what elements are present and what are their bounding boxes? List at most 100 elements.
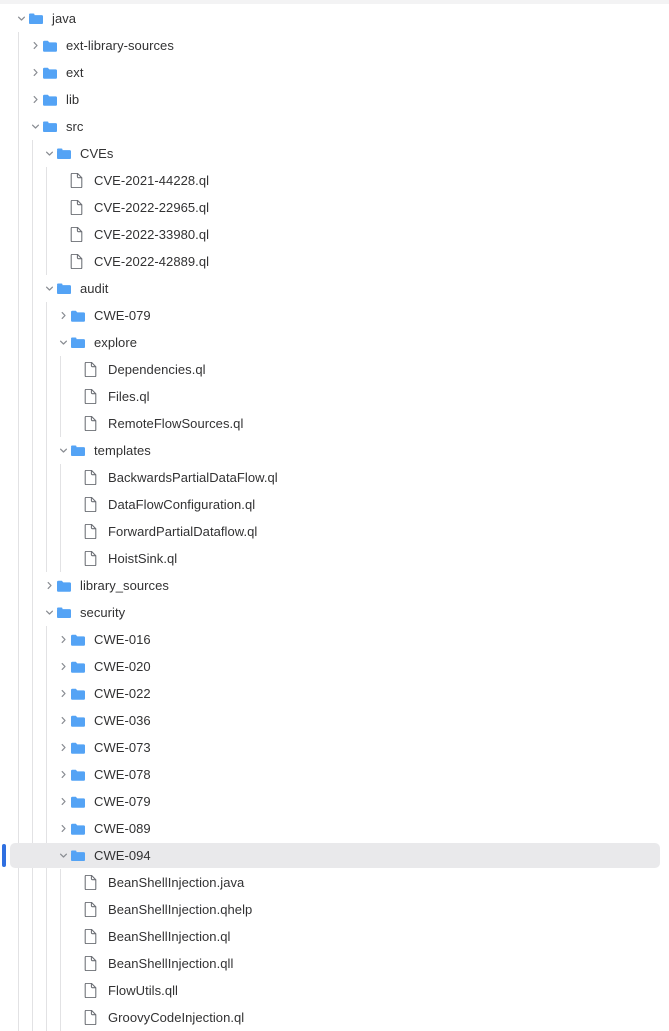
- tree-file-row[interactable]: BeanShellInjection.qhelp: [0, 896, 669, 923]
- chevron-down-icon[interactable]: [56, 842, 70, 869]
- folder-closed-icon: [42, 59, 59, 86]
- tree-file-row[interactable]: RemoteFlowSources.ql: [0, 410, 669, 437]
- chevron-right-icon[interactable]: [28, 32, 42, 59]
- file-name-label: Files.ql: [108, 389, 150, 404]
- folder-closed-icon: [70, 761, 87, 788]
- folder-open-icon: [28, 5, 45, 32]
- tree-file-row[interactable]: CVE-2021-44228.ql: [0, 167, 669, 194]
- tree-folder-row[interactable]: explore: [0, 329, 669, 356]
- file-icon: [70, 221, 87, 248]
- scrolled-row-sliver: [0, 0, 669, 4]
- chevron-right-icon[interactable]: [28, 59, 42, 86]
- folder-name-label: explore: [94, 335, 137, 350]
- chevron-right-icon[interactable]: [56, 815, 70, 842]
- folder-name-label: CWE-089: [94, 821, 151, 836]
- folder-closed-icon: [70, 788, 87, 815]
- folder-name-label: ext: [66, 65, 84, 80]
- tree-file-row[interactable]: Dependencies.ql: [0, 356, 669, 383]
- tree-file-row[interactable]: BeanShellInjection.qll: [0, 950, 669, 977]
- tree-folder-row[interactable]: CWE-022: [0, 680, 669, 707]
- folder-closed-icon: [70, 653, 87, 680]
- tree-folder-row[interactable]: security: [0, 599, 669, 626]
- tree-folder-row[interactable]: CWE-079: [0, 302, 669, 329]
- tree-folder-row[interactable]: lib: [0, 86, 669, 113]
- tree-folder-row[interactable]: ext: [0, 59, 669, 86]
- tree-file-row[interactable]: CVE-2022-22965.ql: [0, 194, 669, 221]
- file-name-label: BeanShellInjection.qhelp: [108, 902, 253, 917]
- tree-file-row[interactable]: CVE-2022-42889.ql: [0, 248, 669, 275]
- tree-folder-row[interactable]: CWE-016: [0, 626, 669, 653]
- tree-folder-row[interactable]: CWE-079: [0, 788, 669, 815]
- file-name-label: Dependencies.ql: [108, 362, 206, 377]
- file-name-label: HoistSink.ql: [108, 551, 178, 566]
- chevron-right-icon[interactable]: [56, 707, 70, 734]
- tree-folder-row[interactable]: CWE-020: [0, 653, 669, 680]
- tree-folder-row[interactable]: CWE-073: [0, 734, 669, 761]
- tree-folder-row[interactable]: CWE-078: [0, 761, 669, 788]
- chevron-right-icon[interactable]: [28, 86, 42, 113]
- file-icon: [84, 464, 101, 491]
- folder-closed-icon: [70, 680, 87, 707]
- folder-closed-icon: [70, 734, 87, 761]
- chevron-down-icon[interactable]: [42, 599, 56, 626]
- tree-folder-row[interactable]: java: [0, 5, 669, 32]
- folder-closed-icon: [70, 815, 87, 842]
- tree-folder-row[interactable]: CVEs: [0, 140, 669, 167]
- file-icon: [84, 923, 101, 950]
- folder-closed-icon: [70, 302, 87, 329]
- chevron-right-icon[interactable]: [56, 680, 70, 707]
- tree-folder-row[interactable]: CWE-036: [0, 707, 669, 734]
- chevron-right-icon[interactable]: [56, 302, 70, 329]
- tree-folder-row[interactable]: CWE-089: [0, 815, 669, 842]
- chevron-down-icon[interactable]: [42, 140, 56, 167]
- chevron-right-icon[interactable]: [56, 788, 70, 815]
- file-icon: [84, 383, 101, 410]
- chevron-right-icon[interactable]: [42, 572, 56, 599]
- chevron-right-icon[interactable]: [56, 734, 70, 761]
- file-name-label: BeanShellInjection.java: [108, 875, 245, 890]
- file-name-label: RemoteFlowSources.ql: [108, 416, 244, 431]
- tree-file-row[interactable]: CVE-2022-33980.ql: [0, 221, 669, 248]
- folder-closed-icon: [42, 32, 59, 59]
- folder-open-icon: [70, 329, 87, 356]
- chevron-down-icon[interactable]: [56, 437, 70, 464]
- tree-folder-row[interactable]: library_sources: [0, 572, 669, 599]
- tree-file-row[interactable]: Files.ql: [0, 383, 669, 410]
- chevron-right-icon[interactable]: [56, 761, 70, 788]
- tree-file-row[interactable]: BackwardsPartialDataFlow.ql: [0, 464, 669, 491]
- tree-file-row[interactable]: GroovyCodeInjection.ql: [0, 1004, 669, 1031]
- tree-folder-row[interactable]: ext-library-sources: [0, 32, 669, 59]
- tree-folder-row[interactable]: templates: [0, 437, 669, 464]
- chevron-right-icon[interactable]: [56, 653, 70, 680]
- chevron-down-icon[interactable]: [42, 275, 56, 302]
- chevron-right-icon[interactable]: [56, 626, 70, 653]
- tree-file-row[interactable]: BeanShellInjection.java: [0, 869, 669, 896]
- file-icon: [70, 194, 87, 221]
- tree-file-row[interactable]: ForwardPartialDataflow.ql: [0, 518, 669, 545]
- folder-name-label: src: [66, 119, 84, 134]
- tree-folder-row[interactable]: src: [0, 113, 669, 140]
- tree-folder-row[interactable]: CWE-094: [0, 842, 669, 869]
- folder-name-label: CWE-094: [94, 848, 151, 863]
- tree-folder-row[interactable]: audit: [0, 275, 669, 302]
- folder-name-label: CWE-036: [94, 713, 151, 728]
- tree-file-row[interactable]: FlowUtils.qll: [0, 977, 669, 1004]
- tree-file-row[interactable]: DataFlowConfiguration.ql: [0, 491, 669, 518]
- folder-name-label: CWE-016: [94, 632, 151, 647]
- tree-file-row[interactable]: BeanShellInjection.ql: [0, 923, 669, 950]
- chevron-down-icon[interactable]: [56, 329, 70, 356]
- folder-name-label: CWE-020: [94, 659, 151, 674]
- folder-closed-icon: [56, 572, 73, 599]
- file-tree[interactable]: java ext-library-sources ext lib src CVEs CVE-…: [0, 0, 669, 1031]
- tree-file-row[interactable]: HoistSink.ql: [0, 545, 669, 572]
- chevron-down-icon[interactable]: [14, 5, 28, 32]
- folder-closed-icon: [70, 707, 87, 734]
- file-name-label: CVE-2022-42889.ql: [94, 254, 210, 269]
- chevron-down-icon[interactable]: [28, 113, 42, 140]
- folder-open-icon: [56, 275, 73, 302]
